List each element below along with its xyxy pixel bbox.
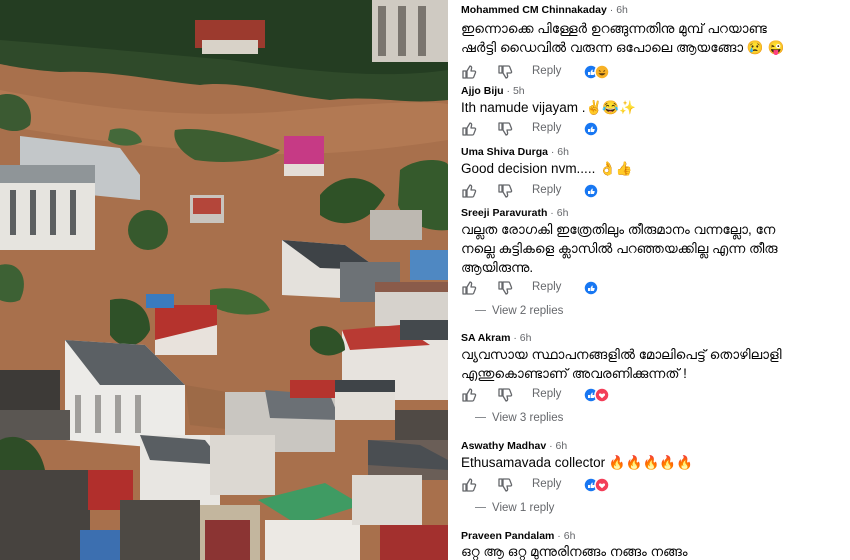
emoji: 😢 😜 xyxy=(746,40,785,55)
reply-thread-line xyxy=(475,417,486,419)
reaction-summary[interactable] xyxy=(583,183,613,199)
reaction-summary[interactable] xyxy=(583,121,613,137)
thumbs-up-icon[interactable] xyxy=(461,121,477,137)
reply-button[interactable]: Reply xyxy=(532,122,561,134)
reply-button[interactable]: Reply xyxy=(532,281,561,293)
comments-panel: Mohammed CM Chinnakaday · 6h ഇന്നൊക്കെ പ… xyxy=(448,0,850,560)
comment-line: Good decision nvm..... 👌👍 xyxy=(461,161,633,176)
view-replies-link[interactable]: View 2 replies xyxy=(475,305,563,317)
reaction-summary[interactable] xyxy=(583,387,613,403)
comment-actions: Reply xyxy=(461,477,631,495)
comment-time[interactable]: 6h xyxy=(520,332,532,344)
reaction-summary[interactable] xyxy=(583,280,613,296)
comment-line: Ith namude vijayam .✌😂✨ xyxy=(461,100,636,115)
comment-line: ഷർട്ടി ഡൈവിൽ വരുന്ന ഒപോലെ ആയങ്ങോ 😢 😜 xyxy=(461,40,785,55)
comment-author[interactable]: Praveen Pandalam xyxy=(461,530,554,542)
comment-line: ഇന്നൊക്കെ പിള്ളേർ ഉറങ്ങുന്നതിനു മുമ്പ് പ… xyxy=(461,21,767,36)
comment-line: ഒറ്റ ആ ഒറ്റ മുന്നുരിനങ്ങം നങ്ങം നങ്ങം xyxy=(461,544,688,559)
comment-author[interactable]: Ajjo Biju xyxy=(461,85,504,97)
comment-time[interactable]: 6h xyxy=(557,207,569,219)
thumbs-down-icon[interactable] xyxy=(497,64,513,80)
flood-aerial-photo xyxy=(0,0,448,560)
thumbs-up-icon[interactable] xyxy=(461,183,477,199)
comment-text: വ്യവസായ സ്ഥാപനങ്ങളിൽ മോലിപെട്ട് തൊഴിലാളി… xyxy=(461,345,782,383)
comment-author[interactable]: SA Akram xyxy=(461,332,510,344)
comment-text: വല്ലത രോഗകി ഇത്രേതിലും തീരുമാനം വന്നല്ലോ… xyxy=(461,220,778,277)
reply-button[interactable]: Reply xyxy=(532,388,561,400)
comment-time[interactable]: 6h xyxy=(616,4,628,16)
comment-actions: Reply xyxy=(461,121,631,139)
thumbs-down-icon[interactable] xyxy=(497,387,513,403)
view-replies-link[interactable]: View 3 replies xyxy=(475,412,563,424)
comment-text: ഇന്നൊക്കെ പിള്ളേർ ഉറങ്ങുന്നതിനു മുമ്പ് പ… xyxy=(461,19,784,57)
comment-line: Ethusamavada collector 🔥🔥🔥🔥🔥 xyxy=(461,455,693,470)
comment-time[interactable]: 6h xyxy=(556,440,568,452)
thumbs-up-icon[interactable] xyxy=(461,477,477,493)
thumbs-down-icon[interactable] xyxy=(497,183,513,199)
comment-actions: Reply xyxy=(461,387,631,405)
reply-button[interactable]: Reply xyxy=(532,65,561,77)
thumbs-down-icon[interactable] xyxy=(497,477,513,493)
comment-author[interactable]: Sreeji Paravurath xyxy=(461,207,547,219)
comment-time[interactable]: 6h xyxy=(557,146,569,158)
comment-line: നല്ലെ കുട്ടികളെ ക്ലാസിൽ പറഞ്ഞയക്കില്ല എന… xyxy=(461,241,778,256)
flood-photo-illustration xyxy=(0,0,448,560)
reply-button[interactable]: Reply xyxy=(532,184,561,196)
thumbs-down-icon[interactable] xyxy=(497,121,513,137)
comment-text: Ethusamavada collector 🔥🔥🔥🔥🔥 xyxy=(461,453,693,472)
comment-author[interactable]: Uma Shiva Durga xyxy=(461,146,548,158)
comment-text: ഒറ്റ ആ ഒറ്റ മുന്നുരിനങ്ങം നങ്ങം നങ്ങം xyxy=(461,542,688,560)
thumbs-up-icon[interactable] xyxy=(461,280,477,296)
reply-button[interactable]: Reply xyxy=(532,478,561,490)
comment-line: വല്ലത രോഗകി ഇത്രേതിലും തീരുമാനം വന്നല്ലോ… xyxy=(461,222,776,237)
thumbs-up-icon[interactable] xyxy=(461,387,477,403)
comment-author[interactable]: Mohammed CM Chinnakaday xyxy=(461,4,607,16)
reply-thread-line xyxy=(475,507,486,509)
comment-time[interactable]: 6h xyxy=(564,530,576,542)
comment-actions: Reply xyxy=(461,64,631,82)
comment-actions: Reply xyxy=(461,183,631,201)
comment-time[interactable]: 5h xyxy=(513,85,525,97)
comment-text: Ith namude vijayam .✌😂✨ xyxy=(461,98,636,117)
comment-line: എന്തുകൊണ്ടാണ് അവരണിക്കുന്നത് ! xyxy=(461,366,687,381)
comment-line: ആയിരുന്നു. xyxy=(461,260,534,275)
reply-thread-line xyxy=(475,310,486,312)
view-replies-link[interactable]: View 1 reply xyxy=(475,502,554,514)
comment-author[interactable]: Aswathy Madhav xyxy=(461,440,546,452)
thumbs-up-icon[interactable] xyxy=(461,64,477,80)
reaction-summary[interactable] xyxy=(583,477,613,493)
comment-line: വ്യവസായ സ്ഥാപനങ്ങളിൽ മോലിപെട്ട് തൊഴിലാളി xyxy=(461,347,782,362)
thumbs-down-icon[interactable] xyxy=(497,280,513,296)
haha-reaction-icon xyxy=(594,64,610,80)
reaction-summary[interactable] xyxy=(583,64,613,80)
comment-actions: Reply xyxy=(461,280,631,298)
comment-text: Good decision nvm..... 👌👍 xyxy=(461,159,633,178)
